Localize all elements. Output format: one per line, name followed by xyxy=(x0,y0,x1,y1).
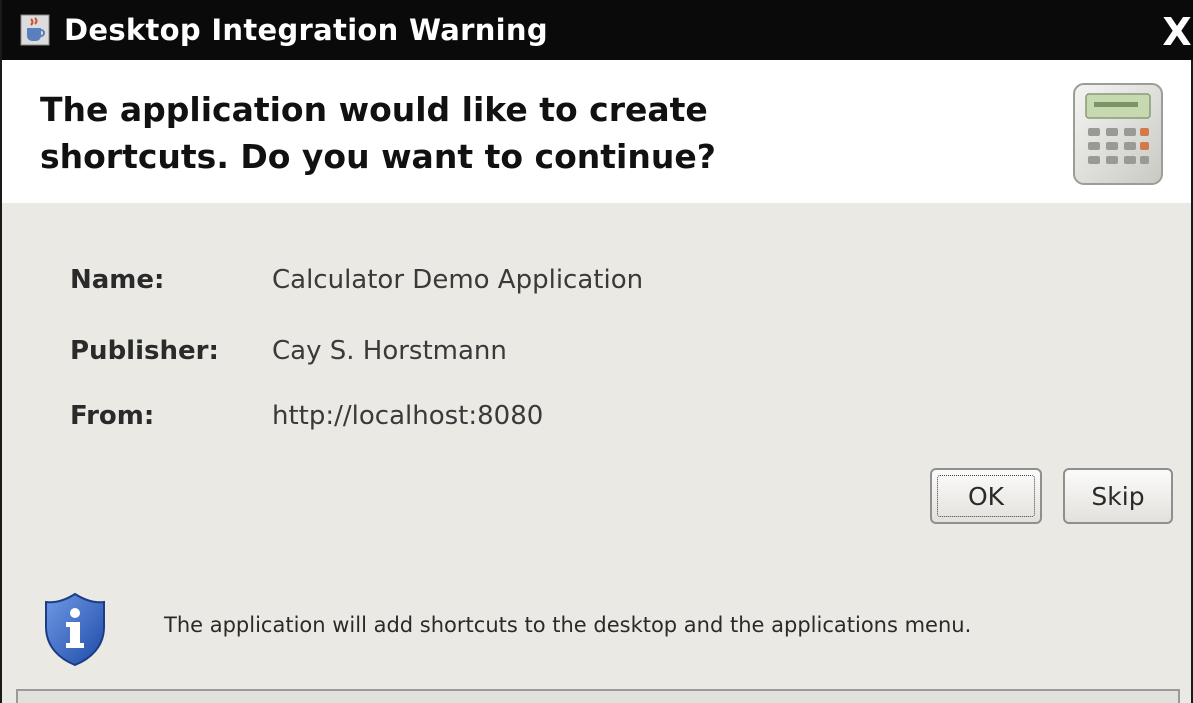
name-value: Calculator Demo Application xyxy=(272,265,644,295)
skip-button[interactable]: Skip xyxy=(1063,468,1173,524)
from-label: From: xyxy=(70,401,155,431)
heading-line-2: shortcuts. Do you want to continue? xyxy=(40,137,716,176)
name-label: Name: xyxy=(70,265,165,295)
skip-button-label: Skip xyxy=(1091,481,1145,511)
title-bar[interactable]: Desktop Integration Warning X xyxy=(2,0,1193,60)
dialog-footer: The application will add shortcuts to th… xyxy=(2,591,1191,671)
dialog-heading: The application would like to create sho… xyxy=(40,86,940,180)
dialog-body: Name: Calculator Demo Application Publis… xyxy=(2,203,1191,703)
focus-ring xyxy=(937,475,1035,517)
java-cup-icon xyxy=(16,11,54,49)
from-row: From: http://localhost:8080 xyxy=(70,396,543,436)
dialog-header: The application would like to create sho… xyxy=(2,60,1191,203)
name-row: Name: Calculator Demo Application xyxy=(70,260,643,300)
horizontal-scrollbar[interactable] xyxy=(16,689,1180,703)
publisher-label: Publisher: xyxy=(70,336,219,366)
ok-button[interactable]: OK xyxy=(930,468,1042,524)
close-icon[interactable]: X xyxy=(1159,10,1193,54)
window-title: Desktop Integration Warning xyxy=(64,13,548,47)
publisher-value: Cay S. Horstmann xyxy=(272,336,507,366)
footer-message: The application will add shortcuts to th… xyxy=(164,613,972,637)
dialog-window: Desktop Integration Warning X The applic… xyxy=(0,0,1193,703)
info-shield-icon xyxy=(42,591,108,667)
publisher-row: Publisher: Cay S. Horstmann xyxy=(70,331,507,371)
calculator-icon xyxy=(1068,80,1168,190)
heading-line-1: The application would like to create xyxy=(40,90,708,129)
from-value: http://localhost:8080 xyxy=(272,401,544,431)
